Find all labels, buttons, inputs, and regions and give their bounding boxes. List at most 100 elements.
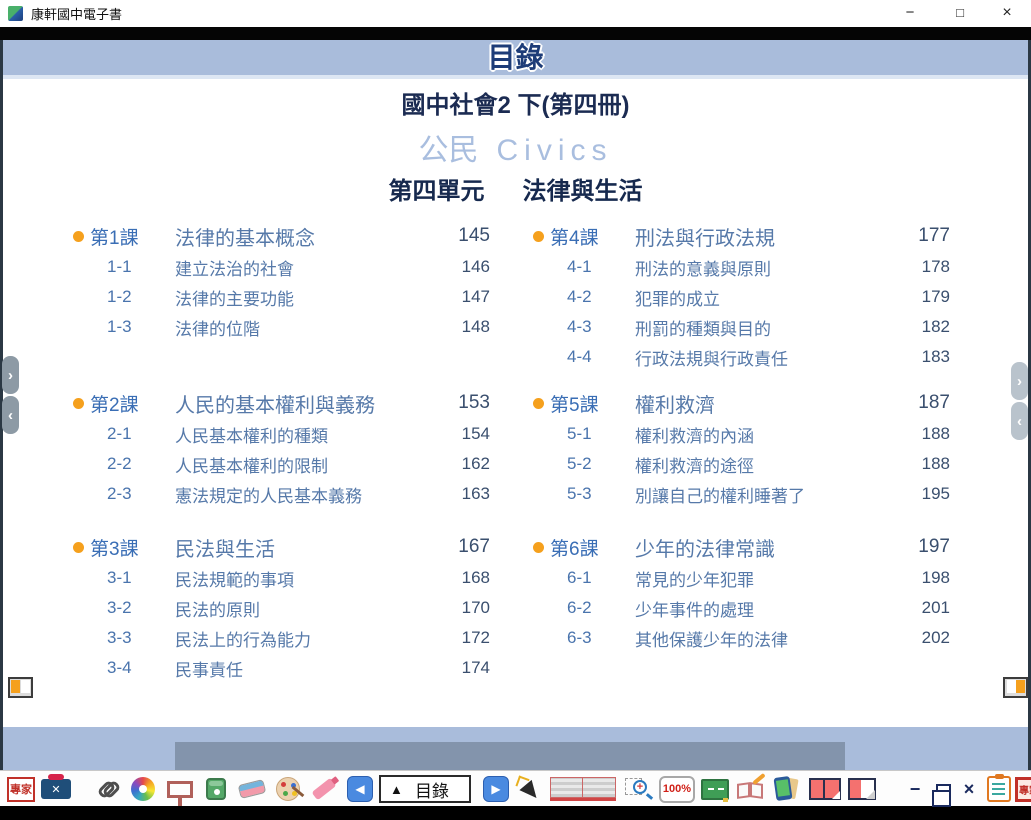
section-row[interactable]: 3-4 民事責任 174 — [63, 653, 490, 683]
chalkboard-button[interactable] — [698, 774, 732, 804]
section-title-link[interactable]: 行政法規與行政責任 — [607, 345, 900, 370]
lesson-number[interactable]: 第6課 — [550, 534, 635, 561]
section-row[interactable]: 1-3 法律的位階 148 — [63, 312, 490, 342]
lesson-title-link[interactable]: 法律的基本概念 — [175, 222, 440, 251]
section-title-link[interactable]: 犯罪的成立 — [607, 285, 900, 310]
toolbar-restore-button[interactable] — [929, 774, 957, 804]
window-minimize-button[interactable]: − — [893, 0, 927, 26]
lesson-row[interactable]: 第5課 權利救濟 187 — [523, 387, 950, 419]
section-title-link[interactable]: 法律的位階 — [147, 315, 440, 340]
section-number[interactable]: 1-3 — [107, 317, 147, 337]
lesson-title-link[interactable]: 權利救濟 — [635, 389, 900, 418]
section-number[interactable]: 3-1 — [107, 568, 147, 588]
section-title-link[interactable]: 民事責任 — [147, 656, 440, 681]
section-row[interactable]: 4-4 行政法規與行政責任 183 — [523, 342, 950, 372]
section-title-link[interactable]: 少年事件的處理 — [607, 596, 900, 621]
section-title-link[interactable]: 人民基本權利的種類 — [147, 422, 440, 447]
section-row[interactable]: 4-2 犯罪的成立 179 — [523, 282, 950, 312]
zoom-area-button[interactable]: + — [624, 774, 656, 804]
panel-collapse-left-icon[interactable]: ‹ — [2, 396, 19, 434]
window-close-button[interactable]: × — [990, 0, 1024, 26]
section-row[interactable]: 3-2 民法的原則 170 — [63, 593, 490, 623]
horizontal-scrollbar-track[interactable] — [3, 727, 1028, 770]
section-title-link[interactable]: 人民基本權利的限制 — [147, 452, 440, 477]
section-title-link[interactable]: 權利救濟的內涵 — [607, 422, 900, 447]
section-title-link[interactable]: 民法的原則 — [147, 596, 440, 621]
clear-annotations-button[interactable] — [201, 774, 231, 804]
lesson-title-link[interactable]: 刑法與行政法規 — [635, 222, 900, 251]
section-number[interactable]: 3-2 — [107, 598, 147, 618]
lesson-row[interactable]: 第6課 少年的法律常識 197 — [523, 531, 950, 563]
section-number[interactable]: 6-2 — [567, 598, 607, 618]
section-number[interactable]: 4-2 — [567, 287, 607, 307]
section-title-link[interactable]: 民法規範的事項 — [147, 566, 440, 591]
workbook-button[interactable] — [734, 774, 768, 804]
section-row[interactable]: 6-3 其他保護少年的法律 202 — [523, 623, 950, 653]
horizontal-scrollbar-thumb[interactable] — [175, 742, 845, 770]
lesson-row[interactable]: 第4課 刑法與行政法規 177 — [523, 220, 950, 252]
section-title-link[interactable]: 民法上的行為能力 — [147, 626, 440, 651]
panel-expand-right-icon[interactable]: › — [1011, 362, 1028, 400]
mobile-sync-button[interactable] — [770, 774, 802, 804]
section-row[interactable]: 4-1 刑法的意義與原則 178 — [523, 252, 950, 282]
tools-flower-button[interactable] — [128, 774, 158, 804]
panel-collapse-left-icon[interactable]: ‹ — [1011, 402, 1028, 440]
page-corner-flip-right-icon[interactable] — [1003, 677, 1028, 698]
lesson-row[interactable]: 第2課 人民的基本權利與義務 153 — [63, 387, 490, 419]
section-number[interactable]: 6-3 — [567, 628, 607, 648]
expert-stamp-button[interactable]: 專家 — [4, 774, 38, 804]
section-number[interactable]: 2-1 — [107, 424, 147, 444]
section-title-link[interactable]: 其他保護少年的法律 — [607, 626, 900, 651]
section-number[interactable]: 5-2 — [567, 454, 607, 474]
section-title-link[interactable]: 權利救濟的途徑 — [607, 452, 900, 477]
expert-mode-button[interactable]: 專家 — [1013, 774, 1031, 804]
lesson-number[interactable]: 第5課 — [550, 390, 635, 417]
section-number[interactable]: 1-2 — [107, 287, 147, 307]
section-row[interactable]: 4-3 刑罰的種類與目的 182 — [523, 312, 950, 342]
lesson-title-link[interactable]: 人民的基本權利與義務 — [175, 389, 440, 418]
section-title-link[interactable]: 常見的少年犯罪 — [607, 566, 900, 591]
palette-button[interactable] — [272, 774, 304, 804]
section-row[interactable]: 5-3 別讓自己的權利睡著了 195 — [523, 479, 950, 509]
notes-clipboard-button[interactable] — [984, 774, 1014, 804]
section-number[interactable]: 2-3 — [107, 484, 147, 504]
eraser-button[interactable] — [236, 774, 268, 804]
section-number[interactable]: 6-1 — [567, 568, 607, 588]
one-page-view-button[interactable] — [845, 774, 879, 804]
lesson-number[interactable]: 第3課 — [90, 534, 175, 561]
section-row[interactable]: 6-2 少年事件的處理 201 — [523, 593, 950, 623]
section-row[interactable]: 3-1 民法規範的事項 168 — [63, 563, 490, 593]
section-title-link[interactable]: 刑罰的種類與目的 — [607, 315, 900, 340]
section-number[interactable]: 2-2 — [107, 454, 147, 474]
section-number[interactable]: 3-4 — [107, 658, 147, 678]
section-row[interactable]: 2-3 憲法規定的人民基本義務 163 — [63, 479, 490, 509]
section-row[interactable]: 2-2 人民基本權利的限制 162 — [63, 449, 490, 479]
section-title-link[interactable]: 法律的主要功能 — [147, 285, 440, 310]
section-row[interactable]: 1-2 法律的主要功能 147 — [63, 282, 490, 312]
section-row[interactable]: 5-1 權利救濟的內涵 188 — [523, 419, 950, 449]
book-spread-button[interactable] — [546, 774, 620, 804]
zoom-level-button[interactable]: 100% — [657, 774, 697, 804]
section-row[interactable]: 5-2 權利救濟的途徑 188 — [523, 449, 950, 479]
highlighter-button[interactable] — [308, 774, 340, 804]
section-title-link[interactable]: 別讓自己的權利睡著了 — [607, 482, 900, 507]
lesson-title-link[interactable]: 少年的法律常識 — [635, 533, 900, 562]
page-menu-up-icon[interactable]: ▲ — [390, 782, 403, 797]
section-row[interactable]: 3-3 民法上的行為能力 172 — [63, 623, 490, 653]
section-title-link[interactable]: 建立法治的社會 — [147, 255, 440, 280]
lesson-row[interactable]: 第1課 法律的基本概念 145 — [63, 220, 490, 252]
section-number[interactable]: 5-1 — [567, 424, 607, 444]
panel-expand-right-icon[interactable]: › — [2, 356, 19, 394]
section-row[interactable]: 2-1 人民基本權利的種類 154 — [63, 419, 490, 449]
page-corner-flip-left-icon[interactable] — [8, 677, 33, 698]
section-title-link[interactable]: 刑法的意義與原則 — [607, 255, 900, 280]
toolbar-minimize-button[interactable]: − — [903, 774, 927, 804]
lesson-row[interactable]: 第3課 民法與生活 167 — [63, 531, 490, 563]
toolbox-button[interactable]: ✕ — [38, 774, 74, 804]
lesson-number[interactable]: 第4課 — [550, 223, 635, 250]
section-number[interactable]: 4-1 — [567, 257, 607, 277]
window-maximize-button[interactable]: □ — [943, 0, 977, 26]
page-indicator-box[interactable]: ▲ 目錄 — [378, 774, 472, 804]
prev-page-button[interactable]: ◀ — [346, 774, 374, 804]
section-number[interactable]: 5-3 — [567, 484, 607, 504]
